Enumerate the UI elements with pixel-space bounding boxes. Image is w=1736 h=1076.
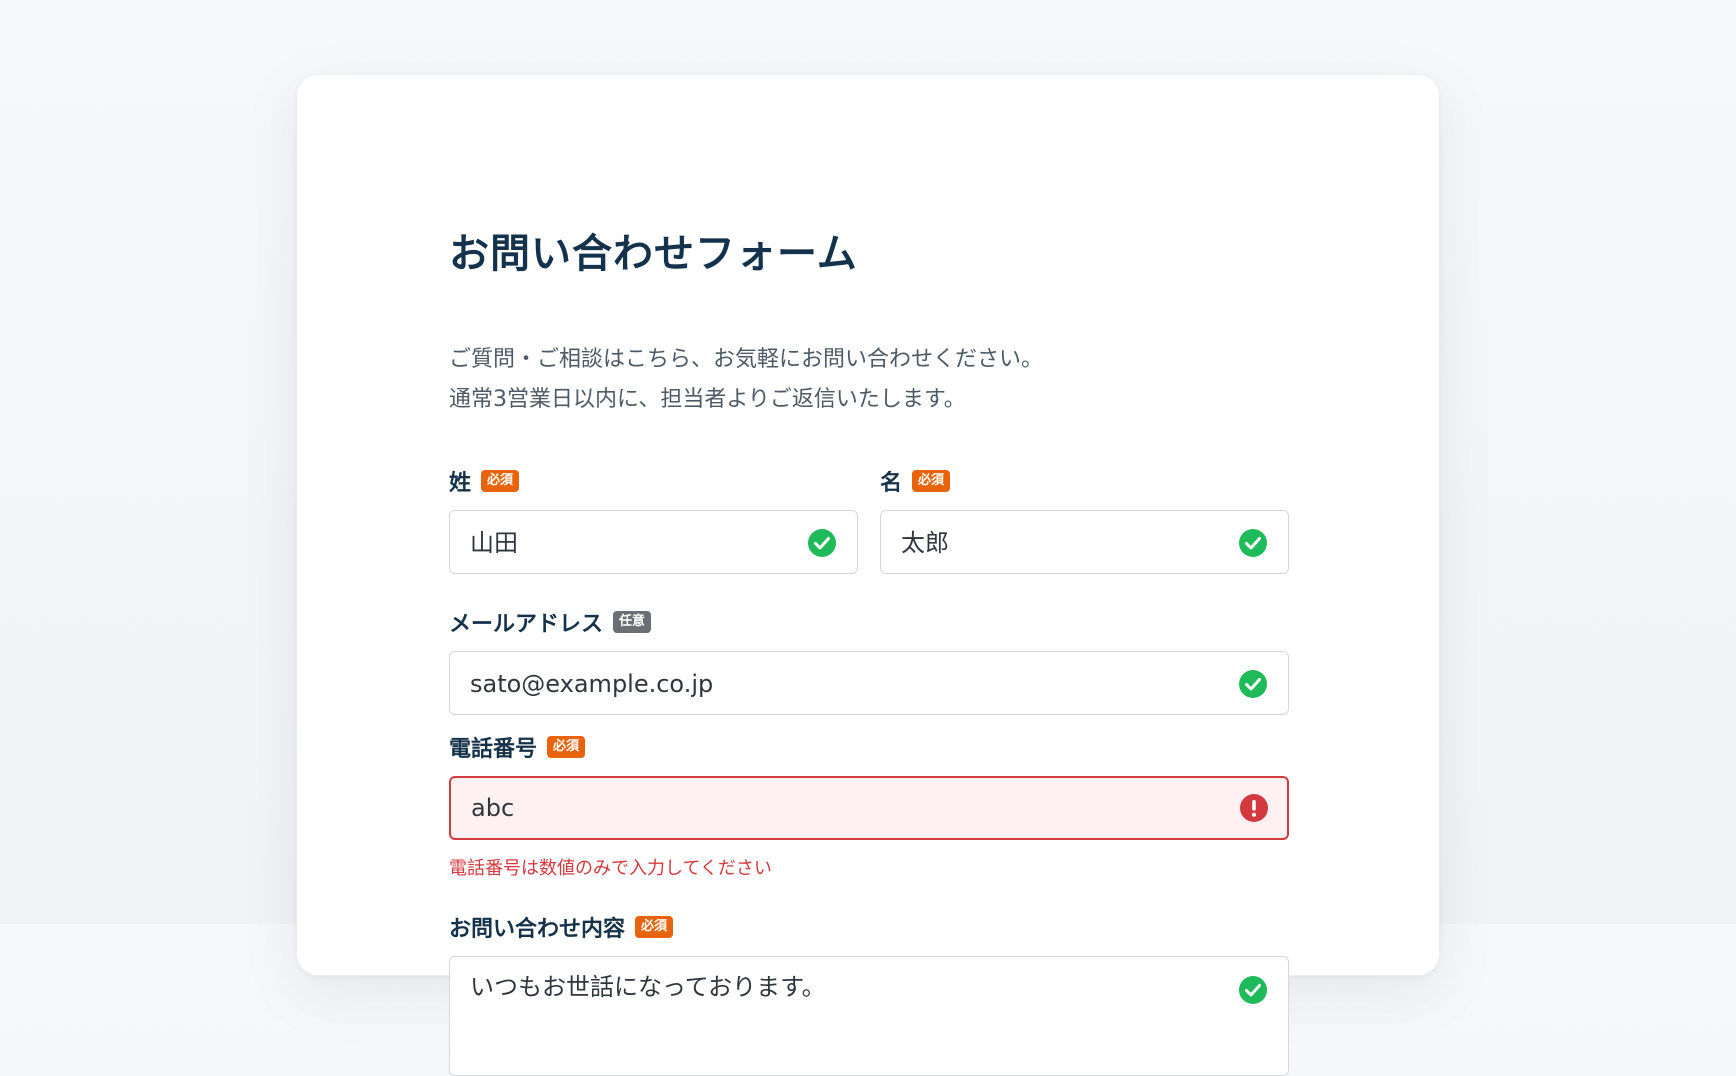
phone-error-message: 電話番号は数値のみで入力してください [449,858,772,879]
email-label-row: メールアドレス 任意 [449,607,1289,637]
email-label: メールアドレス [449,612,604,637]
description-line: ご質問・ご相談はこちら、お気軽にお問い合わせください。 [449,347,1044,372]
phone-value: abc [471,794,515,822]
first-name-label: 名 [880,471,903,496]
phone-label-row: 電話番号 必須 [449,732,1289,762]
last-name-field: 姓 必須 山田 [449,466,858,574]
required-badge: 必須 [547,736,586,758]
first-name-value: 太郎 [901,529,949,557]
phone-field: 電話番号 必須 abc 電話番号は数値のみで入力してください [449,732,1289,880]
inquiry-label-row: お問い合わせ内容 必須 [449,912,1289,942]
first-name-label-row: 名 必須 [880,466,1289,496]
form-title: お問い合わせフォーム [449,231,858,277]
first-name-field: 名 必須 太郎 [880,466,1289,574]
inquiry-label: お問い合わせ内容 [449,917,626,942]
optional-badge: 任意 [613,611,652,633]
form-description: ご質問・ご相談はこちら、お気軽にお問い合わせください。 通常3営業日以内に、担当… [449,340,1043,420]
email-value: sato@example.co.jp [470,670,714,698]
phone-input[interactable]: abc [449,776,1289,840]
required-badge: 必須 [912,470,951,492]
contact-form-card: お問い合わせフォーム ご質問・ご相談はこちら、お気軽にお問い合わせください。 通… [296,74,1440,1076]
inquiry-value: いつもお世話になっております。 [470,973,826,1001]
inquiry-textarea[interactable]: いつもお世話になっております。 [449,956,1289,1076]
last-name-label-row: 姓 必須 [449,466,858,496]
last-name-input[interactable]: 山田 [449,510,858,574]
check-circle-icon [1239,529,1267,557]
first-name-input[interactable]: 太郎 [880,510,1289,574]
check-circle-icon [1239,976,1267,1004]
description-line: 通常3営業日以内に、担当者よりご返信いたします。 [449,387,966,412]
last-name-value: 山田 [470,529,518,557]
check-circle-icon [1239,670,1267,698]
required-badge: 必須 [635,916,674,938]
email-field: メールアドレス 任意 sato@example.co.jp [449,607,1289,715]
last-name-label: 姓 [449,471,472,496]
required-badge: 必須 [481,470,520,492]
phone-label: 電話番号 [449,737,538,762]
check-circle-icon [808,529,836,557]
inquiry-field: お問い合わせ内容 必須 いつもお世話になっております。 [449,912,1289,1076]
email-input[interactable]: sato@example.co.jp [449,651,1289,715]
exclamation-circle-icon [1240,794,1268,822]
